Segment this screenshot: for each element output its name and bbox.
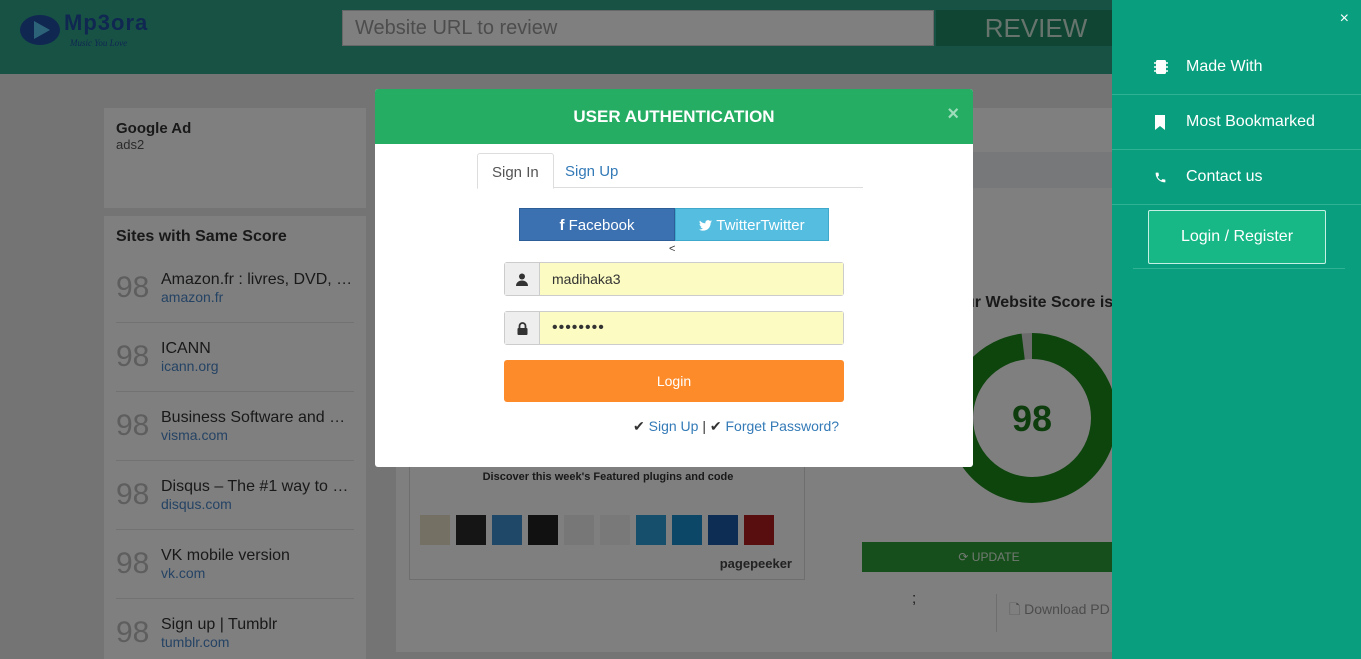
- drawer-item-label: Contact us: [1186, 168, 1263, 185]
- drawer-divider: [1133, 268, 1345, 269]
- forgot-password-link[interactable]: Forget Password?: [725, 418, 839, 434]
- side-drawer: × Made With Most Bookmarked Contact us L…: [1112, 0, 1361, 659]
- auth-modal: USER AUTHENTICATION × Sign In Sign Up f …: [375, 89, 973, 467]
- drawer-close-icon[interactable]: ×: [1340, 10, 1349, 28]
- modal-header: USER AUTHENTICATION ×: [375, 89, 973, 144]
- facebook-label: Facebook: [568, 217, 635, 234]
- check-icon: ✔: [709, 418, 722, 434]
- sign-up-link[interactable]: Sign Up: [649, 418, 699, 434]
- auth-tabs: Sign In Sign Up: [477, 153, 863, 189]
- drawer-item-label: Made With: [1186, 58, 1263, 75]
- chip-icon: [1154, 59, 1186, 75]
- login-register-button[interactable]: Login / Register: [1148, 210, 1326, 264]
- twitter-icon: [699, 220, 713, 231]
- facebook-icon: f: [559, 217, 569, 234]
- drawer-item-most-bookmarked[interactable]: Most Bookmarked: [1112, 95, 1361, 150]
- user-icon: [505, 263, 540, 295]
- drawer-item-label: Most Bookmarked: [1186, 113, 1315, 130]
- bookmark-icon: [1154, 114, 1186, 130]
- facebook-login-button[interactable]: f Facebook: [519, 208, 675, 241]
- phone-icon: [1154, 171, 1186, 184]
- username-field-group: [504, 262, 844, 296]
- auth-links: ✔ Sign Up | ✔ Forget Password?: [633, 418, 839, 435]
- modal-close-button[interactable]: ×: [947, 89, 959, 139]
- link-separator: |: [702, 418, 706, 434]
- drawer-item-contact-us[interactable]: Contact us: [1112, 150, 1361, 205]
- check-icon: ✔: [633, 418, 645, 434]
- login-button[interactable]: Login: [504, 360, 844, 402]
- drawer-item-made-with[interactable]: Made With: [1112, 40, 1361, 95]
- stray-character: <: [669, 243, 676, 255]
- lock-icon: [505, 312, 540, 344]
- password-field-group: ••••••••: [504, 311, 844, 345]
- twitter-label: TwitterTwitter: [716, 217, 805, 234]
- twitter-login-button[interactable]: TwitterTwitter: [675, 208, 829, 241]
- tab-sign-up[interactable]: Sign Up: [551, 153, 632, 188]
- username-input[interactable]: [540, 263, 843, 295]
- password-input[interactable]: ••••••••: [540, 312, 843, 344]
- tab-sign-in[interactable]: Sign In: [477, 153, 554, 189]
- modal-title: USER AUTHENTICATION: [573, 107, 775, 126]
